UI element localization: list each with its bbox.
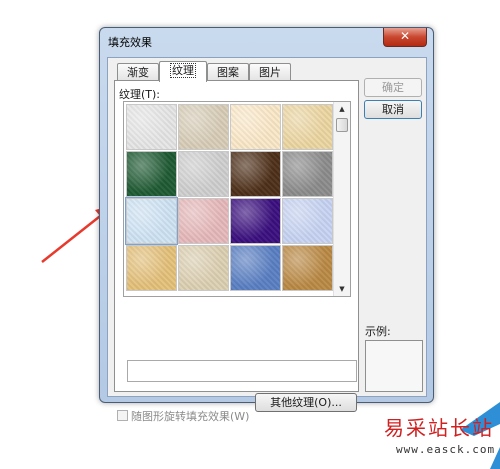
tab-picture[interactable]: 图片 xyxy=(249,63,291,81)
rotate-with-shape-row[interactable]: 随图形旋转填充效果(W) xyxy=(117,408,249,424)
texture-papyrus[interactable] xyxy=(282,104,333,150)
texture-scrollbar[interactable]: ▲ ▼ xyxy=(333,102,350,296)
tab-gradient-label: 渐变 xyxy=(127,66,149,79)
texture-panel: 纹理(T): ▲ ▼ 其他纹理(O)... xyxy=(114,80,359,412)
dialog-body: 渐变 纹理 图案 图片 纹理(T): ▲ ▼ 其他纹理(O)... 确定 取消 … xyxy=(107,57,427,423)
watermark-title: 易采站长站 xyxy=(384,416,494,440)
texture-white-gray-marble[interactable] xyxy=(178,151,229,197)
fill-effects-dialog: 填充效果 ✕ 渐变 纹理 图案 图片 纹理(T): ▲ ▼ 其他纹理(O)...… xyxy=(99,27,434,423)
scroll-thumb[interactable] xyxy=(336,118,348,132)
scroll-down-icon[interactable]: ▼ xyxy=(334,282,350,296)
tab-gradient[interactable]: 渐变 xyxy=(117,63,159,81)
texture-green-marble[interactable] xyxy=(126,151,177,197)
texture-purple-mesh[interactable] xyxy=(230,198,281,244)
preview-box xyxy=(365,340,423,392)
rotate-with-shape-label: 随图形旋转填充效果(W) xyxy=(131,410,250,423)
tab-picture-label: 图片 xyxy=(259,66,281,79)
texture-fabric-beige[interactable] xyxy=(178,104,229,150)
tab-pattern[interactable]: 图案 xyxy=(207,63,249,81)
tab-texture-label: 纹理 xyxy=(170,63,196,78)
rotate-with-shape-checkbox[interactable] xyxy=(117,410,128,421)
texture-canvas[interactable] xyxy=(178,245,229,291)
cancel-button[interactable]: 取消 xyxy=(364,100,422,119)
tab-texture[interactable]: 纹理 xyxy=(159,61,207,82)
close-button[interactable]: ✕ xyxy=(383,28,427,47)
texture-gallery: ▲ ▼ xyxy=(123,101,351,297)
dialog-title: 填充效果 xyxy=(108,36,152,49)
scroll-up-icon[interactable]: ▲ xyxy=(334,102,350,116)
ok-button[interactable]: 确定 xyxy=(364,78,422,97)
texture-denim[interactable] xyxy=(230,245,281,291)
texture-cork[interactable] xyxy=(126,245,177,291)
site-watermark: 易采站长站 www.easck.com xyxy=(370,402,500,469)
texture-brown-marble[interactable] xyxy=(230,151,281,197)
other-texture-button[interactable]: 其他纹理(O)... xyxy=(255,393,357,412)
texture-granite[interactable] xyxy=(282,151,333,197)
preview-label: 示例: xyxy=(365,325,391,338)
tab-pattern-label: 图案 xyxy=(217,66,239,79)
texture-parchment[interactable] xyxy=(230,104,281,150)
texture-pink-tissue-paper[interactable] xyxy=(178,198,229,244)
watermark-url: www.easck.com xyxy=(396,443,496,456)
texture-woven-mat[interactable] xyxy=(282,245,333,291)
title-bar: 填充效果 ✕ xyxy=(100,28,433,52)
texture-white-marble[interactable] xyxy=(126,104,177,150)
texture-bouquet[interactable] xyxy=(282,198,333,244)
texture-name-field[interactable] xyxy=(127,360,357,382)
texture-blue-tissue-paper[interactable] xyxy=(125,197,178,245)
texture-label: 纹理(T): xyxy=(119,88,161,101)
